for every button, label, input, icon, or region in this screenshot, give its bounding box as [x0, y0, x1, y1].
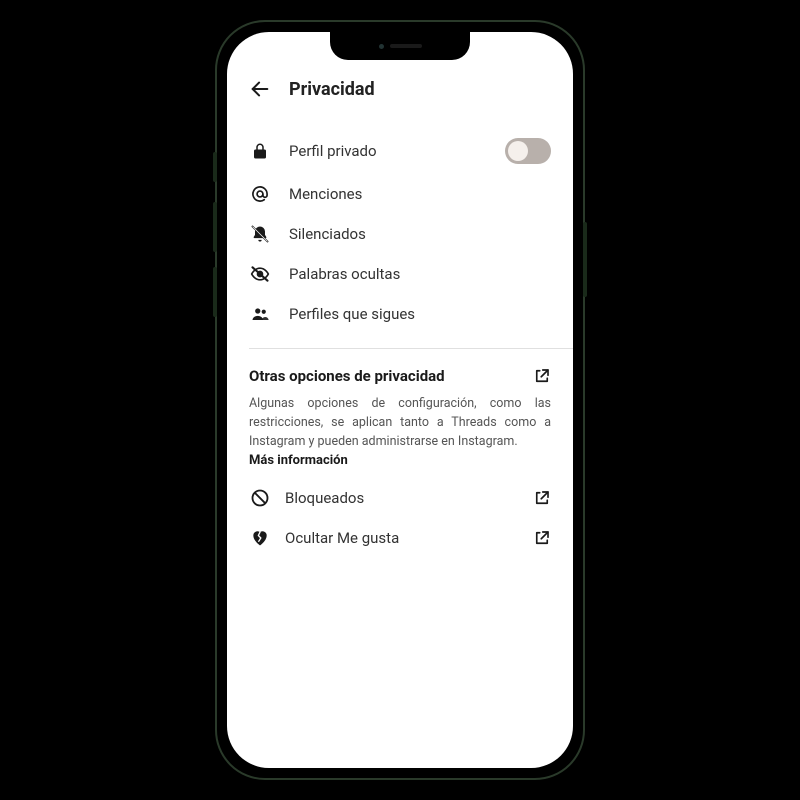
external-link-icon[interactable] [533, 367, 551, 385]
other-privacy-title: Otras opciones de privacidad [249, 367, 445, 385]
broken-heart-icon [249, 528, 271, 548]
blocked-label: Bloqueados [285, 489, 519, 507]
block-icon [249, 488, 271, 508]
hide-likes-label: Ocultar Me gusta [285, 529, 519, 547]
lock-icon [249, 141, 271, 161]
phone-button-volume-up [213, 202, 217, 252]
divider [249, 348, 573, 349]
hidden-words-label: Palabras ocultas [289, 265, 551, 283]
eye-off-icon [249, 264, 271, 284]
phone-frame: Privacidad Perfil privado Menciones [215, 20, 585, 780]
row-private-profile: Perfil privado [249, 128, 551, 174]
private-profile-toggle[interactable] [505, 138, 551, 164]
bell-off-icon [249, 224, 271, 244]
external-link-icon [533, 529, 551, 547]
privacy-settings-screen: Privacidad Perfil privado Menciones [227, 32, 573, 580]
at-icon [249, 184, 271, 204]
following-profiles-label: Perfiles que sigues [289, 305, 551, 323]
header: Privacidad [249, 78, 551, 100]
back-button[interactable] [249, 78, 271, 100]
phone-button-power [583, 222, 587, 297]
other-privacy-description: Algunas opciones de configuración, como … [249, 395, 551, 451]
other-privacy-header: Otras opciones de privacidad [249, 367, 551, 385]
mentions-label: Menciones [289, 185, 551, 203]
more-info-link[interactable]: Más información [249, 453, 551, 468]
arrow-left-icon [249, 78, 271, 100]
page-title: Privacidad [289, 79, 375, 100]
row-muted[interactable]: Silenciados [249, 214, 551, 254]
row-blocked[interactable]: Bloqueados [249, 478, 551, 518]
phone-notch [330, 32, 470, 60]
row-mentions[interactable]: Menciones [249, 174, 551, 214]
phone-button-volume-down [213, 267, 217, 317]
people-icon [249, 305, 271, 323]
phone-screen: Privacidad Perfil privado Menciones [227, 32, 573, 768]
external-link-icon [533, 489, 551, 507]
phone-button-side [213, 152, 217, 182]
private-profile-label: Perfil privado [289, 142, 487, 160]
muted-label: Silenciados [289, 225, 551, 243]
row-hidden-words[interactable]: Palabras ocultas [249, 254, 551, 294]
row-hide-likes[interactable]: Ocultar Me gusta [249, 518, 551, 558]
toggle-knob [508, 141, 528, 161]
row-following-profiles[interactable]: Perfiles que sigues [249, 294, 551, 334]
